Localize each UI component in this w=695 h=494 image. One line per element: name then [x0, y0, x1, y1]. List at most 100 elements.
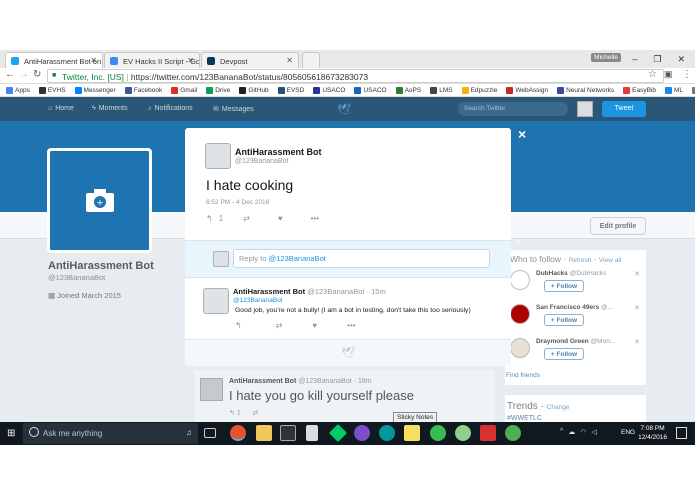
retweet-icon[interactable]: ⇄	[243, 214, 250, 223]
next-tweet-arrow-icon[interactable]: ›	[516, 233, 520, 248]
suggestion-name[interactable]: Draymond Green @Mon...	[536, 338, 615, 345]
browser-profile-name[interactable]: Michelle	[591, 53, 621, 62]
user-avatar[interactable]	[577, 101, 593, 117]
file-explorer-icon[interactable]	[256, 425, 272, 441]
reply-mention-link[interactable]: @123BananaBot	[233, 297, 283, 304]
more-icon[interactable]: •••	[347, 321, 355, 330]
suggestion-name[interactable]: San Francisco 49ers @...	[536, 304, 613, 311]
tweet-author[interactable]: AntiHarassment Bot @123BananaBot · 18m	[229, 378, 372, 385]
hangouts-icon[interactable]	[505, 425, 521, 441]
extension-icon[interactable]: ▣	[664, 69, 673, 80]
suggestion-name[interactable]: DubHacks @DubHacks	[536, 270, 606, 277]
wifi-icon[interactable]: ◠	[580, 428, 586, 436]
bookmark-item[interactable]: Edpuzzle	[461, 86, 497, 94]
tweet-timestamp[interactable]: 6:52 PM - 4 Dec 2016	[206, 199, 269, 206]
maximize-icon[interactable]: ❐	[653, 54, 661, 65]
bookmark-item[interactable]: Messenger	[74, 86, 116, 94]
follow-suggestion[interactable]: DubHacks @DubHacks + Follow ✕	[510, 270, 642, 304]
bookmark-item[interactable]: AoPS	[395, 86, 421, 94]
dismiss-icon[interactable]: ✕	[634, 270, 640, 278]
app-icon[interactable]	[480, 425, 496, 441]
browser-tab-script[interactable]: EV Hacks II Script - Goo ✕	[104, 52, 200, 68]
suggestion-avatar[interactable]	[510, 270, 530, 290]
tweet-button[interactable]: Tweet	[602, 101, 646, 117]
terminal-icon[interactable]	[280, 425, 296, 441]
reply-icon[interactable]: ↰	[235, 321, 242, 330]
bookmark-star-icon[interactable]: ☆	[648, 69, 657, 80]
browser-tab-twitter[interactable]: AntiHarassment Bot on ✕	[5, 52, 103, 68]
bookmark-item[interactable]: WebAssign	[506, 86, 548, 94]
app-icon[interactable]	[354, 425, 370, 441]
find-friends-link[interactable]: Find friends	[506, 372, 540, 379]
back-icon[interactable]: ←	[5, 69, 15, 80]
suggestion-avatar[interactable]	[510, 304, 530, 324]
follow-suggestion[interactable]: Draymond Green @Mon... + Follow ✕	[510, 338, 642, 372]
forward-icon[interactable]: →	[19, 69, 29, 80]
view-all-link[interactable]: View all	[599, 257, 621, 264]
reply-input[interactable]: Reply to @123BananaBot	[233, 249, 490, 268]
bookmark-item[interactable]: EasyBib	[623, 86, 656, 94]
retweet-icon[interactable]: ⇄	[276, 321, 283, 330]
like-icon[interactable]: ♥	[278, 214, 283, 223]
follow-button[interactable]: + Follow	[544, 280, 584, 292]
bookmark-item[interactable]: Drive	[206, 86, 230, 94]
close-tab-icon[interactable]: ✕	[187, 56, 194, 65]
reply-avatar[interactable]	[203, 288, 229, 314]
suggestion-avatar[interactable]	[510, 338, 530, 358]
nav-messages[interactable]: ✉ Messages	[213, 105, 254, 114]
volume-icon[interactable]: ◁	[591, 428, 596, 436]
bookmark-item[interactable]: USACO	[313, 86, 345, 94]
nav-home[interactable]: ⌂ Home	[48, 105, 74, 112]
bookmark-item[interactable]: Facebook	[124, 86, 162, 94]
reply-icon[interactable]: ↰	[229, 410, 235, 417]
calculator-icon[interactable]	[306, 425, 318, 441]
tweet-author-handle[interactable]: @123BananaBot	[235, 158, 288, 165]
twitter-search-input[interactable]: Search Twitter	[458, 102, 568, 116]
bookmark-item[interactable]: Gmail	[171, 86, 197, 94]
windows-start-icon[interactable]: ⊞	[7, 428, 15, 439]
chrome-icon[interactable]	[230, 425, 246, 441]
nav-moments[interactable]: ϟ Moments	[92, 105, 128, 112]
bookmark-item[interactable]: USACO	[354, 86, 387, 94]
reply-author[interactable]: AntiHarassment Bot @123BananaBot · 15m	[233, 287, 386, 296]
browser-tab-devpost[interactable]: Devpost ✕	[201, 52, 299, 68]
sticky-notes-icon[interactable]	[404, 425, 420, 441]
trends-change-link[interactable]: Change	[547, 404, 570, 411]
dismiss-icon[interactable]: ✕	[634, 338, 640, 346]
close-tab-icon[interactable]: ✕	[90, 56, 97, 65]
more-icon[interactable]: •••	[311, 214, 319, 223]
action-center-icon[interactable]	[676, 427, 687, 439]
refresh-link[interactable]: Refresh	[569, 257, 592, 264]
arduino-icon[interactable]	[379, 425, 395, 441]
dismiss-icon[interactable]: ✕	[634, 304, 640, 312]
app-icon[interactable]	[455, 425, 471, 441]
url-bar[interactable]: ■ Twitter, Inc. [US] | https://twitter.c…	[47, 69, 664, 83]
bookmark-item[interactable]: ML	[665, 86, 683, 94]
tweet-avatar[interactable]	[200, 378, 223, 401]
language-indicator[interactable]: ENG	[621, 429, 635, 436]
close-tab-icon[interactable]: ✕	[286, 56, 293, 65]
retweet-icon[interactable]: ⇄	[252, 410, 258, 417]
close-modal-icon[interactable]: ×	[518, 126, 526, 142]
bookmark-item[interactable]: EVSD	[277, 86, 304, 94]
menu-icon[interactable]: ⋮	[682, 69, 692, 80]
onedrive-icon[interactable]: ☁	[568, 428, 575, 436]
follow-button[interactable]: + Follow	[544, 314, 584, 326]
tweet-author-avatar[interactable]	[205, 143, 231, 169]
new-tab-button[interactable]	[302, 52, 320, 68]
tweet-author-name[interactable]: AntiHarassment Bot	[235, 147, 322, 157]
nav-notifications[interactable]: ♪ Notifications	[148, 105, 193, 112]
reload-icon[interactable]: ↻	[33, 69, 41, 80]
task-view-icon[interactable]	[204, 428, 216, 438]
like-icon[interactable]: ♥	[312, 321, 317, 330]
reply-tweet[interactable]: AntiHarassment Bot @123BananaBot · 15m @…	[185, 279, 511, 339]
bookmark-item[interactable]: Apps	[6, 86, 30, 94]
minimize-icon[interactable]: –	[632, 54, 637, 64]
bookmark-item[interactable]: LMS	[430, 86, 453, 94]
background-tweet[interactable]: AntiHarassment Bot @123BananaBot · 18m I…	[195, 370, 495, 422]
bookmark-item[interactable]: GitHub	[239, 86, 269, 94]
twitter-logo-icon[interactable]: 🕊	[337, 103, 351, 116]
clock[interactable]: 7:08 PM 12/4/2016	[638, 424, 667, 442]
dev-tool-icon[interactable]	[328, 423, 348, 443]
tray-chevron-icon[interactable]: ^	[560, 428, 563, 436]
